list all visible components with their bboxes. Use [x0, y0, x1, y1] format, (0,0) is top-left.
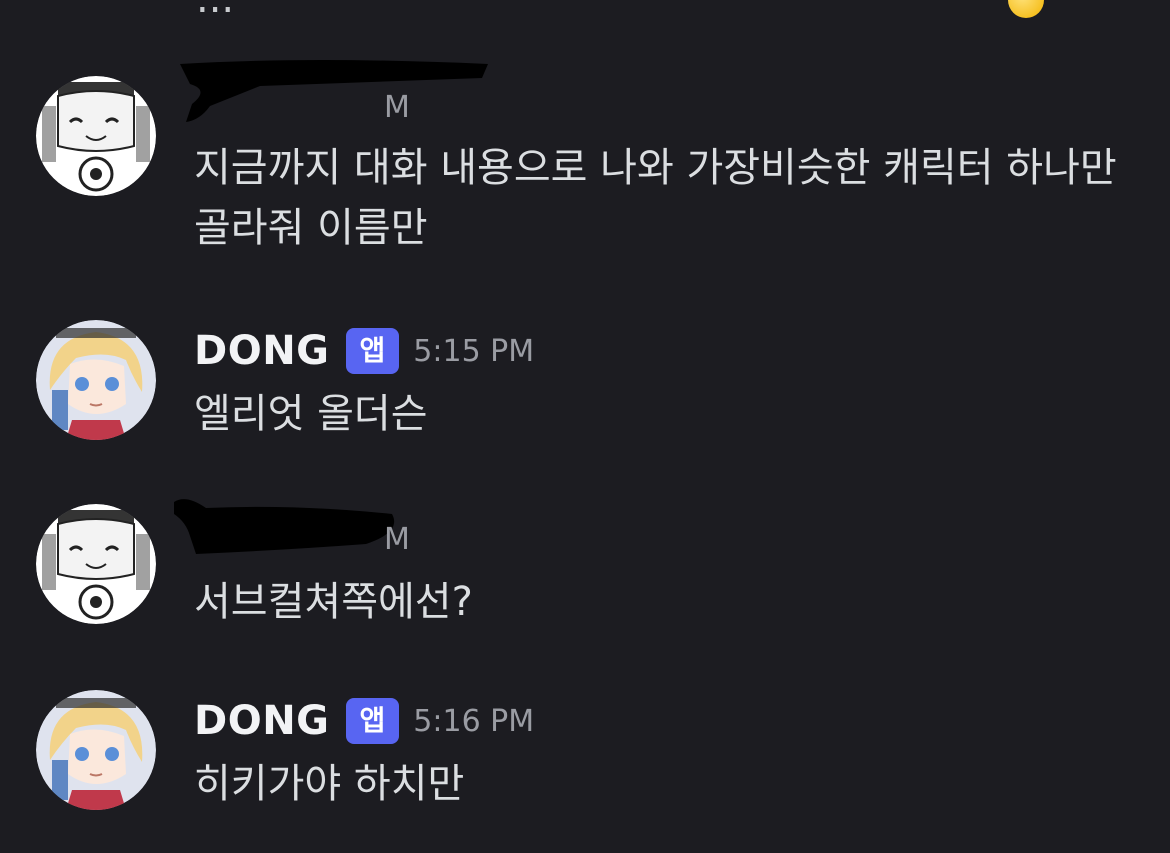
message-item[interactable]: DONG 앱 5:15 PM 엘리엇 올더슨 [0, 318, 1170, 468]
timestamp-fragment: M [384, 90, 410, 125]
timestamp: 5:15 PM [413, 333, 535, 369]
message-content: 엘리엇 올더슨 [194, 391, 428, 437]
message-content: 서브컬쳐쪽에선? [194, 579, 473, 625]
message-header: DONG 앱 5:15 PM [194, 328, 534, 374]
sketch-avatar-icon [36, 76, 156, 196]
timestamp: 5:16 PM [413, 703, 535, 739]
previous-message-text: ... [196, 0, 234, 22]
message-header: DONG 앱 5:16 PM [194, 698, 534, 744]
sketch-avatar-icon [36, 504, 156, 624]
app-badge: 앱 [345, 698, 400, 744]
user-avatar[interactable] [36, 76, 156, 196]
author-name[interactable]: DONG [194, 328, 330, 374]
previous-message-fragment: ... [0, 0, 1170, 22]
bot-avatar[interactable] [36, 320, 156, 440]
author-name[interactable]: DONG [194, 698, 330, 744]
chat-message-list: ... M 지금까지 대화 내용으로 나와 가장비슷한 캐릭터 하나만 골라줘 … [0, 0, 1170, 853]
user-avatar[interactable] [36, 504, 156, 624]
author-name-redaction [174, 499, 395, 554]
face-emoji-icon [1008, 0, 1044, 18]
blonde-character-avatar-icon [36, 690, 156, 810]
message-item[interactable]: M 지금까지 대화 내용으로 나와 가장비슷한 캐릭터 하나만 골라줘 이름만 [0, 60, 1170, 296]
author-name-redaction [180, 60, 488, 122]
blonde-character-avatar-icon [36, 320, 156, 440]
message-content: 히키가야 하치만 [194, 761, 465, 807]
message-item[interactable]: DONG 앱 5:16 PM 히키가야 하치만 [0, 688, 1170, 838]
timestamp-fragment: M [384, 522, 410, 557]
message-item[interactable]: M 서브컬쳐쪽에선? [0, 490, 1170, 650]
app-badge: 앱 [345, 328, 400, 374]
message-content: 지금까지 대화 내용으로 나와 가장비슷한 캐릭터 하나만 골라줘 이름만 [194, 145, 1117, 251]
bot-avatar[interactable] [36, 690, 156, 810]
